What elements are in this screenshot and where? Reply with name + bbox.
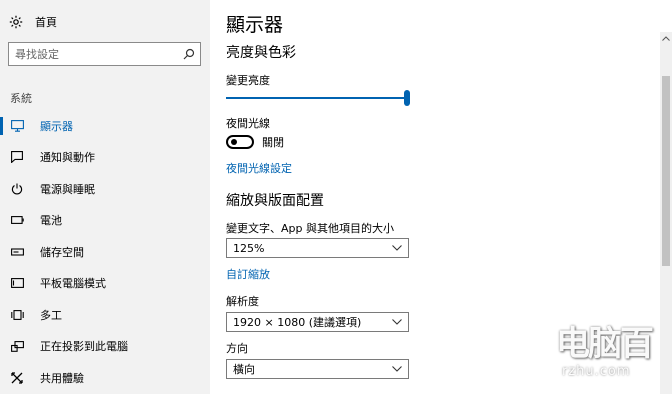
resolution-dropdown[interactable]: 1920 × 1080 (建議選項): [226, 312, 409, 332]
gear-icon: [8, 14, 24, 30]
resolution-value: 1920 × 1080 (建議選項): [233, 316, 362, 329]
chevron-down-icon: [392, 364, 402, 374]
multitasking-icon: [10, 308, 24, 322]
projecting-icon: [10, 339, 24, 353]
watermark-url: rzhu.com: [562, 364, 631, 379]
sidebar-item-tablet-mode[interactable]: 平板電腦模式: [0, 268, 210, 300]
storage-icon: [10, 245, 24, 259]
toggle-knob: [231, 139, 237, 145]
night-light-label: 夜間光線: [226, 117, 270, 130]
orientation-label: 方向: [226, 342, 248, 355]
sidebar-item-shared-experiences[interactable]: 共用體驗: [0, 362, 210, 394]
sidebar-item-storage[interactable]: 儲存空間: [0, 236, 210, 268]
sidebar-item-power[interactable]: 電源與睡眠: [0, 173, 210, 205]
sidebar-nav: 顯示器 通知與動作 電源與睡眠 電池 儲存空間 平板電腦模式 多工 正在投影到此…: [0, 110, 210, 394]
night-light-toggle-row: 關閉: [226, 134, 284, 150]
power-icon: [10, 182, 24, 196]
slider-fill: [226, 97, 407, 99]
search-box[interactable]: 尋找設定: [8, 42, 201, 66]
brightness-slider[interactable]: [226, 90, 410, 106]
search-input[interactable]: 尋找設定: [9, 46, 178, 62]
home-label: 首頁: [35, 16, 57, 29]
sidebar-item-label: 正在投影到此電腦: [40, 340, 128, 354]
section-label-system: 系統: [10, 92, 32, 105]
scrollbar[interactable]: [660, 32, 672, 394]
scale-label: 變更文字、App 與其他項目的大小: [226, 222, 394, 235]
sidebar-item-label: 電源與睡眠: [40, 182, 95, 196]
page-title: 顯示器: [226, 14, 284, 36]
resolution-label: 解析度: [226, 295, 259, 308]
night-light-toggle[interactable]: [226, 135, 254, 149]
sidebar-item-notifications[interactable]: 通知與動作: [0, 142, 210, 174]
tablet-icon: [10, 276, 24, 290]
search-icon[interactable]: [178, 43, 200, 65]
watermark-text: 电脑百: [556, 324, 654, 364]
notification-icon: [10, 150, 24, 164]
watermark-logo: 电脑百 rzhu.com: [556, 316, 656, 388]
sidebar-item-label: 共用體驗: [40, 371, 84, 385]
sidebar-item-label: 儲存空間: [40, 245, 84, 259]
sidebar-item-multitasking[interactable]: 多工: [0, 299, 210, 331]
sidebar-item-label: 通知與動作: [40, 151, 95, 165]
sidebar-item-label: 顯示器: [40, 119, 73, 133]
slider-thumb[interactable]: [404, 90, 410, 106]
sidebar-item-label: 多工: [40, 308, 62, 322]
night-light-settings-link[interactable]: 夜間光線設定: [226, 160, 292, 176]
orientation-dropdown[interactable]: 橫向: [226, 359, 409, 379]
chevron-down-icon: [392, 317, 402, 327]
chevron-down-icon: [392, 243, 402, 253]
battery-icon: [10, 213, 24, 227]
scrollbar-thumb[interactable]: [662, 76, 670, 266]
orientation-value: 橫向: [233, 363, 255, 376]
shared-experience-icon: [10, 371, 24, 385]
sidebar: 首頁 尋找設定 系統 顯示器 通知與動作 電源與睡眠 電池 儲存空間 平板電腦模…: [0, 0, 210, 394]
brightness-label: 變更亮度: [226, 74, 270, 87]
scroll-up-arrow-icon[interactable]: [660, 32, 672, 44]
section-title-scale-layout: 縮放與版面配置: [226, 193, 324, 209]
night-light-state: 關閉: [262, 136, 284, 149]
sidebar-item-display[interactable]: 顯示器: [0, 110, 210, 142]
monitor-icon: [10, 119, 24, 133]
scale-value: 125%: [233, 241, 265, 255]
sidebar-item-battery[interactable]: 電池: [0, 205, 210, 237]
sidebar-item-projecting[interactable]: 正在投影到此電腦: [0, 331, 210, 363]
custom-scaling-link[interactable]: 自訂縮放: [226, 266, 270, 282]
scale-dropdown[interactable]: 125%: [226, 238, 409, 258]
section-title-brightness-color: 亮度與色彩: [226, 45, 296, 61]
home-link[interactable]: 首頁: [8, 13, 57, 31]
sidebar-item-label: 平板電腦模式: [40, 277, 106, 291]
sidebar-item-label: 電池: [40, 214, 62, 228]
